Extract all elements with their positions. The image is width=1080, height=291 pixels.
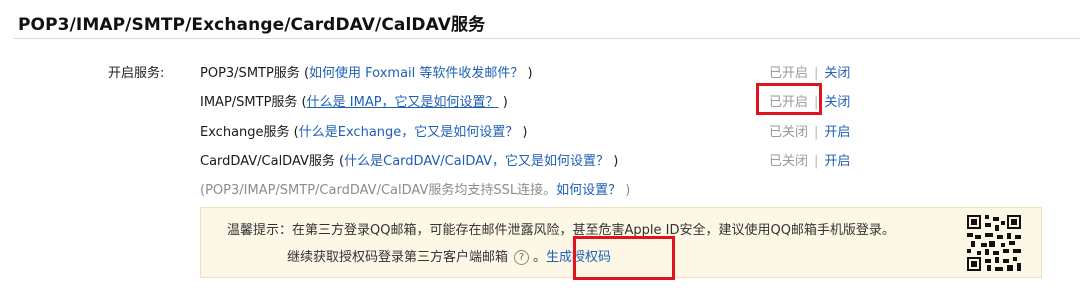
help-link-imap[interactable]: 什么是 IMAP，它又是如何设置？	[307, 95, 499, 110]
service-row-pop3: POP3/SMTP服务 (如何使用 Foxmail 等软件收发邮件？ )	[200, 66, 533, 81]
disable-imap-link[interactable]: 关闭	[824, 95, 850, 110]
enable-exchange-link[interactable]: 开启	[824, 125, 850, 140]
service-name: Exchange服务	[200, 125, 290, 140]
service-status-pop3: 已开启 | 关闭	[769, 66, 851, 81]
tip-prefix: 温馨提示：	[227, 223, 293, 238]
status-text: 已开启	[769, 66, 809, 81]
status-text: 已关闭	[769, 154, 809, 169]
service-status-caldav: 已关闭 | 开启	[769, 154, 851, 169]
status-text: 已关闭	[769, 125, 809, 140]
title-divider	[14, 38, 1080, 39]
disable-pop3-link[interactable]: 关闭	[824, 66, 850, 81]
tip-line-1: 温馨提示：在第三方登录QQ邮箱，可能存在邮件泄露风险，甚至危害Apple ID安…	[227, 223, 895, 238]
tip-line-2: 继续获取授权码登录第三方客户端邮箱? 。生成授权码	[287, 250, 612, 265]
service-row-caldav: CardDAV/CalDAV服务 (什么是CardDAV/CalDAV，它又是如…	[200, 154, 619, 169]
highlight-box-imap-status	[756, 83, 822, 115]
help-link-caldav[interactable]: 什么是CardDAV/CalDAV，它又是如何设置？	[344, 154, 609, 169]
section-label: 开启服务:	[108, 66, 165, 81]
highlight-box-auth-code	[573, 236, 675, 280]
service-name: POP3/SMTP服务	[200, 66, 300, 81]
help-link-pop3[interactable]: 如何使用 Foxmail 等软件收发邮件？	[309, 66, 523, 81]
service-name: IMAP/SMTP服务	[200, 95, 298, 110]
service-name: CardDAV/CalDAV服务	[200, 154, 335, 169]
service-row-exchange: Exchange服务 (什么是Exchange，它又是如何设置？ )	[200, 125, 528, 140]
help-icon[interactable]: ?	[514, 250, 530, 265]
page-title: POP3/IMAP/SMTP/Exchange/CardDAV/CalDAV服务	[18, 15, 486, 35]
service-row-imap: IMAP/SMTP服务 (什么是 IMAP，它又是如何设置？ )	[200, 95, 508, 110]
qr-code-icon	[967, 215, 1021, 271]
ssl-settings-link[interactable]: 如何设置？	[556, 183, 621, 198]
service-status-exchange: 已关闭 | 开启	[769, 125, 851, 140]
enable-caldav-link[interactable]: 开启	[824, 154, 850, 169]
ssl-note: (POP3/IMAP/SMTP/CardDAV/CalDAV服务均支持SSL连接…	[200, 183, 631, 198]
help-link-exchange[interactable]: 什么是Exchange，它又是如何设置？	[299, 125, 519, 140]
